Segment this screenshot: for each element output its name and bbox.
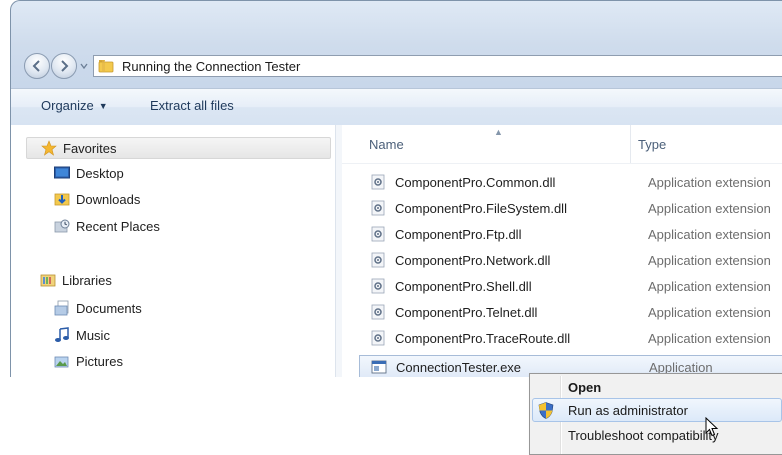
address-path: Running the Connection Tester <box>122 58 301 74</box>
dropdown-arrow-icon: ▼ <box>98 101 108 111</box>
dll-file-icon <box>371 200 385 216</box>
file-name: ComponentPro.TraceRoute.dll <box>395 330 571 346</box>
file-name: ComponentPro.FileSystem.dll <box>395 200 567 216</box>
nav-item-recent-places[interactable]: Recent Places <box>54 215 160 237</box>
dll-file-icon <box>371 252 385 268</box>
dll-file-icon <box>371 278 385 294</box>
explorer-window: Running the Connection Tester Organize ▼ … <box>10 0 782 377</box>
file-name: ComponentPro.Network.dll <box>395 252 551 268</box>
nav-item-music[interactable]: Music <box>54 324 110 346</box>
pane-splitter[interactable] <box>335 125 342 377</box>
nav-item-pictures[interactable]: Pictures <box>54 350 123 372</box>
file-name: ComponentPro.Shell.dll <box>395 278 532 294</box>
sort-ascending-icon: ▲ <box>494 127 503 137</box>
file-type: Application extension <box>648 174 771 190</box>
file-type: Application extension <box>648 226 771 242</box>
documents-icon <box>54 300 69 316</box>
command-toolbar: Organize ▼ Extract all files <box>11 88 782 126</box>
nav-item-favorites[interactable]: Favorites <box>26 137 331 159</box>
downloads-folder-icon <box>54 193 70 206</box>
star-icon <box>41 140 57 156</box>
address-input[interactable]: Running the Connection Tester <box>93 55 782 77</box>
column-headers: Name ▲ Type <box>342 125 782 164</box>
folder-icon <box>98 60 114 73</box>
address-bar-row: Running the Connection Tester <box>11 45 782 85</box>
file-row[interactable]: ComponentPro.Shell.dll Application exten… <box>359 274 782 298</box>
column-header-name[interactable]: Name <box>369 137 404 152</box>
music-icon <box>55 327 69 342</box>
file-type: Application extension <box>648 200 771 216</box>
file-row[interactable]: ComponentPro.FileSystem.dll Application … <box>359 196 782 220</box>
dll-file-icon <box>371 174 385 190</box>
context-menu: Open Run as administrator Troubleshoot c… <box>529 373 782 455</box>
nav-label-favorites: Favorites <box>63 140 117 156</box>
chevron-down-icon[interactable] <box>78 60 90 72</box>
file-list-pane: Name ▲ Type ComponentPro.Common.dll Appl… <box>342 125 782 377</box>
organize-label: Organize <box>41 98 94 113</box>
recent-places-icon <box>54 219 70 233</box>
file-type: Application extension <box>648 278 771 294</box>
back-button[interactable] <box>24 53 50 79</box>
extract-all-button[interactable]: Extract all files <box>150 98 234 113</box>
navigation-pane: Favorites Desktop Downloads Recent Place… <box>11 125 335 377</box>
dll-file-icon <box>371 226 385 242</box>
back-arrow-icon <box>32 60 40 72</box>
file-type: Application extension <box>648 252 771 268</box>
file-row[interactable]: ComponentPro.Ftp.dll Application extensi… <box>359 222 782 246</box>
nav-item-documents[interactable]: Documents <box>54 297 142 319</box>
file-row[interactable]: ComponentPro.TraceRoute.dll Application … <box>359 326 782 350</box>
nav-item-libraries[interactable]: Libraries <box>40 269 112 291</box>
column-header-type[interactable]: Type <box>638 137 666 152</box>
desktop-icon <box>54 166 70 179</box>
file-name: ComponentPro.Common.dll <box>395 174 556 190</box>
file-row[interactable]: ComponentPro.Common.dll Application exte… <box>359 170 782 194</box>
nav-item-downloads[interactable]: Downloads <box>54 188 140 210</box>
file-type: Application extension <box>648 304 771 320</box>
nav-label-libraries: Libraries <box>62 272 112 288</box>
file-row[interactable]: ComponentPro.Telnet.dll Application exte… <box>359 300 782 324</box>
nav-label-desktop: Desktop <box>76 165 124 181</box>
file-row[interactable]: ComponentPro.Network.dll Application ext… <box>359 248 782 272</box>
uac-shield-icon <box>538 402 554 419</box>
dll-file-icon <box>371 304 385 320</box>
file-name: ComponentPro.Telnet.dll <box>395 304 538 320</box>
nav-label-music: Music <box>76 327 110 343</box>
exe-file-icon <box>371 360 387 374</box>
menu-item-troubleshoot-compatibility[interactable]: Troubleshoot compatibility <box>568 428 719 443</box>
forward-button[interactable] <box>51 53 77 79</box>
organize-button[interactable]: Organize ▼ <box>41 98 108 113</box>
menu-item-run-as-administrator[interactable]: Run as administrator <box>568 403 688 418</box>
libraries-icon <box>40 274 56 287</box>
file-name: ComponentPro.Ftp.dll <box>395 226 522 242</box>
nav-label-recent-places: Recent Places <box>76 218 160 234</box>
dll-file-icon <box>371 330 385 346</box>
column-divider[interactable] <box>630 125 631 163</box>
forward-arrow-icon <box>61 60 69 72</box>
nav-label-pictures: Pictures <box>76 353 123 369</box>
file-type: Application extension <box>648 330 771 346</box>
nav-item-desktop[interactable]: Desktop <box>54 162 124 184</box>
menu-item-open[interactable]: Open <box>568 380 601 395</box>
nav-label-downloads: Downloads <box>76 191 141 207</box>
nav-label-documents: Documents <box>76 300 142 316</box>
mouse-pointer-icon <box>705 417 719 437</box>
pictures-icon <box>54 356 69 368</box>
